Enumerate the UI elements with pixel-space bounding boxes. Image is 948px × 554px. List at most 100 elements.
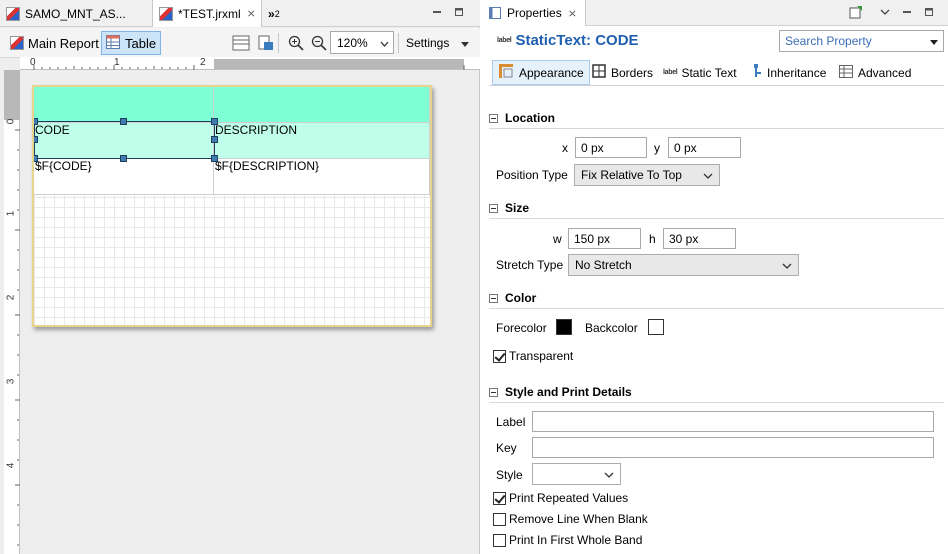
location-section-header[interactable]: Location: [489, 109, 555, 127]
remove-line-label: Remove Line When Blank: [509, 512, 648, 526]
properties-tab-bar: Properties ⨯: [481, 0, 948, 26]
print-in-first-whole-band-checkbox[interactable]: Print In First Whole Band: [493, 533, 642, 547]
field-code-cell[interactable]: $F{CODE}: [34, 159, 214, 195]
height-value: 30 px: [669, 231, 699, 246]
vertical-ruler: 0 1 2 3 4: [4, 70, 20, 554]
print-repeated-values-checkbox[interactable]: Print Repeated Values: [493, 491, 628, 505]
print-repeated-label: Print Repeated Values: [509, 491, 629, 505]
main-report-button[interactable]: Main Report: [6, 31, 103, 55]
print-first-band-label: Print In First Whole Band: [509, 533, 643, 547]
table-header-cell[interactable]: [214, 87, 430, 123]
ruler-label: 4: [5, 462, 17, 469]
x-field[interactable]: 0 px: [575, 137, 647, 158]
minimize-icon[interactable]: [430, 5, 444, 19]
pin-icon[interactable]: [849, 5, 863, 19]
position-type-value: Fix Relative To Top: [581, 168, 682, 182]
label-field-label: Label: [496, 415, 526, 429]
x-value: 0 px: [581, 140, 604, 155]
transparent-checkbox[interactable]: Transparent: [493, 349, 573, 363]
chevron-down-icon: [703, 168, 713, 182]
collapse-icon: [489, 293, 498, 303]
resize-handle[interactable]: [120, 155, 127, 162]
zoom-out-icon[interactable]: [307, 31, 331, 55]
tab-borders[interactable]: Borders: [587, 60, 658, 85]
key-field[interactable]: [532, 437, 934, 458]
label-icon: label: [497, 37, 512, 44]
height-field[interactable]: 30 px: [663, 228, 736, 249]
width-field[interactable]: 150 px: [568, 228, 641, 249]
resize-handle[interactable]: [211, 155, 218, 162]
position-type-label: Position Type: [496, 168, 568, 182]
label-field[interactable]: [532, 411, 934, 432]
maximize-icon[interactable]: [922, 5, 936, 19]
backcolor-swatch[interactable]: [648, 319, 664, 335]
color-section-header[interactable]: Color: [489, 289, 536, 307]
export-icon[interactable]: [252, 31, 278, 55]
stretch-type-value: No Stretch: [575, 258, 632, 272]
position-type-select[interactable]: Fix Relative To Top: [574, 164, 720, 186]
remove-line-when-blank-checkbox[interactable]: Remove Line When Blank: [493, 512, 648, 526]
tab-advanced[interactable]: Advanced: [834, 60, 916, 85]
tab-label: Inheritance: [767, 65, 827, 80]
tab-label: SAMO_MNT_AS...: [25, 6, 126, 21]
table-icon: [106, 34, 120, 52]
y-field[interactable]: 0 px: [668, 137, 741, 158]
tab-appearance[interactable]: Appearance: [492, 60, 590, 85]
statictext-description-cell[interactable]: DESCRIPTION: [214, 123, 430, 159]
chevron-down-icon: [380, 36, 389, 50]
table-button[interactable]: Table: [101, 31, 162, 55]
section-divider: [489, 308, 944, 309]
settings-dropdown[interactable]: Settings: [400, 31, 475, 55]
layout-icon[interactable]: [228, 31, 254, 55]
settings-label: Settings: [406, 36, 450, 50]
chevron-down-icon: [604, 467, 614, 481]
maximize-icon[interactable]: [452, 5, 466, 19]
h-label: h: [649, 232, 656, 246]
zoom-in-icon[interactable]: [284, 31, 308, 55]
resize-handle[interactable]: [211, 118, 218, 125]
forecolor-swatch[interactable]: [556, 319, 572, 335]
report-icon: [10, 36, 24, 50]
section-divider: [489, 402, 944, 403]
resize-handle[interactable]: [34, 118, 38, 125]
tab-label: Advanced: [858, 65, 912, 80]
ruler-label: 0: [30, 57, 36, 68]
checkbox-unchecked: [493, 512, 506, 526]
toolbar-separator: [398, 33, 399, 53]
tab-inheritance[interactable]: Inheritance: [745, 60, 831, 85]
stretch-type-select[interactable]: No Stretch: [568, 254, 799, 276]
properties-view: Properties ⨯ label StaticText: CODE Sear…: [481, 0, 948, 554]
size-section-header[interactable]: Size: [489, 199, 529, 217]
key-field-label: Key: [496, 441, 517, 455]
tab-properties[interactable]: Properties ⨯: [481, 0, 586, 26]
backcolor-label: Backcolor: [585, 321, 638, 335]
search-placeholder: Search Property: [785, 34, 872, 48]
tab-static-text[interactable]: label Static Text: [658, 60, 742, 85]
style-print-section-header[interactable]: Style and Print Details: [489, 383, 632, 401]
field-description-cell[interactable]: $F{DESCRIPTION}: [214, 159, 430, 195]
chevron-down-icon: [782, 258, 792, 272]
close-icon[interactable]: ⨯: [568, 7, 577, 20]
minimize-icon[interactable]: [900, 5, 914, 19]
section-title: Location: [505, 111, 555, 125]
ruler-label: 2: [5, 294, 17, 301]
style-select[interactable]: [532, 463, 621, 485]
tab-samo-mnt[interactable]: SAMO_MNT_AS...: [0, 0, 150, 27]
advanced-icon: [839, 64, 853, 81]
resize-handle[interactable]: [211, 136, 218, 143]
y-value: 0 px: [674, 140, 697, 155]
main-report-label: Main Report: [28, 35, 99, 51]
tab-test-jrxml[interactable]: *TEST.jrxml ⨯: [152, 0, 262, 27]
report-page-canvas[interactable]: CODE DESCRIPTION $F{CODE} $F{DESCRIPTION…: [32, 85, 432, 327]
close-icon[interactable]: ⨯: [247, 7, 256, 20]
properties-heading: label StaticText: CODE Search Property: [481, 28, 948, 56]
resize-handle[interactable]: [34, 155, 38, 162]
checkbox-unchecked: [493, 533, 506, 547]
zoom-select[interactable]: 120%: [330, 31, 394, 54]
more-tabs-button[interactable]: » 2: [266, 0, 290, 27]
resize-handle[interactable]: [120, 118, 127, 125]
resize-handle[interactable]: [34, 136, 38, 143]
search-property-combo[interactable]: Search Property: [779, 30, 944, 52]
view-menu-icon[interactable]: [878, 5, 892, 19]
tab-label: Static Text: [681, 65, 737, 80]
